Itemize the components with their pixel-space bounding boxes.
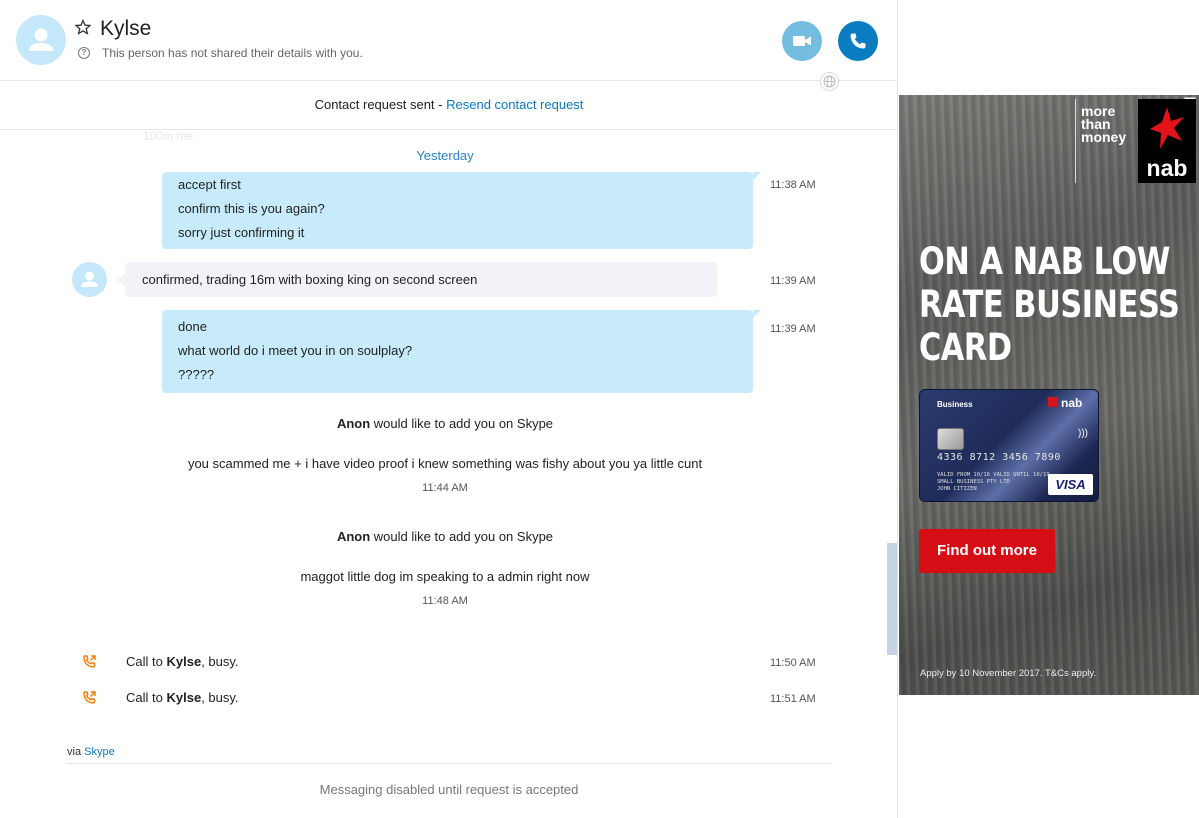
contactless-icon: ))): [1078, 428, 1088, 439]
call-status: , busy.: [201, 654, 239, 669]
contact-request-bar: Contact request sent - Resend contact re…: [0, 82, 897, 130]
request-message: you scammed me + i have video proof i kn…: [187, 456, 703, 471]
card-number: 4336 8712 3456 7890: [937, 452, 1061, 463]
request-action-text: would like to add you on Skype: [373, 529, 554, 544]
message-timestamp: 11:38 AM: [770, 179, 816, 191]
call-event: Call to Kylse, busy.: [80, 652, 840, 672]
sender-avatar[interactable]: [72, 262, 107, 297]
info-icon: ?: [78, 47, 90, 59]
call-event: Call to Kylse, busy.: [80, 688, 840, 708]
conversation-header: Kylse ? This person has not shared their…: [0, 0, 897, 91]
outgoing-call-icon: [83, 691, 96, 704]
resend-request-link[interactable]: Resend contact request: [446, 97, 583, 112]
contact-subtitle: This person has not shared their details…: [102, 46, 363, 60]
date-separator: Yesterday: [416, 148, 474, 163]
message-timestamp: 11:48 AM: [422, 595, 468, 607]
contact-request-notice: Anon would like to add you on Skype: [0, 529, 890, 544]
via-skype-label: via Skype: [67, 746, 115, 758]
nab-logo: nab: [1138, 99, 1196, 183]
message-line: sorry just confirming it: [178, 225, 305, 240]
nab-star-icon: [1150, 107, 1184, 149]
visa-logo: VISA: [1048, 474, 1093, 495]
avatar-icon: [29, 28, 53, 51]
card-chip-icon: [937, 428, 964, 450]
contact-name[interactable]: Kylse: [100, 17, 151, 41]
requester-name: Anon: [336, 529, 371, 544]
requester-name: Anon: [336, 416, 371, 431]
request-message: maggot little dog im speaking to a admin…: [300, 569, 590, 584]
ad-fine-print: Apply by 10 November 2017. T&Cs apply.: [920, 668, 1097, 679]
faded-message-text: 100m me: [143, 129, 194, 143]
call-contact-name: Kylse: [166, 654, 202, 669]
request-action-text: would like to add you on Skype: [373, 416, 554, 431]
message-timestamp: 11:39 AM: [770, 323, 816, 335]
message-timestamp: 11:44 AM: [422, 482, 468, 494]
message-line: what world do i meet you in on soulplay?: [178, 343, 413, 358]
call-prefix: Call to: [126, 690, 163, 705]
credit-card-image: Business nab ))) 4336 8712 3456 7890 VAL…: [919, 389, 1099, 502]
message-line: done: [178, 319, 207, 334]
call-status: , busy.: [201, 690, 239, 705]
card-brand: nab: [1061, 396, 1083, 410]
message-line: ?????: [178, 367, 215, 382]
outgoing-message-bubble[interactable]: accept first confirm this is you again? …: [162, 172, 761, 249]
avatar-icon: [81, 271, 98, 287]
contact-request-notice: Anon would like to add you on Skype: [0, 416, 890, 431]
ad-tagline: more than money: [1081, 103, 1127, 145]
divider: [66, 763, 832, 764]
card-details: VALID FROM 10/16 VALID UNTIL 10/19 SMALL…: [937, 472, 1050, 492]
nab-star-icon: [1048, 397, 1058, 407]
scrollbar-thumb[interactable]: [887, 543, 897, 655]
message-timestamp: 11:39 AM: [770, 275, 816, 287]
message-timestamp: 11:50 AM: [770, 657, 816, 669]
video-call-icon: [793, 36, 811, 46]
messaging-disabled-notice: Messaging disabled until request is acce…: [319, 782, 579, 797]
ad-headline: ON A NAB LOW RATE BUSINESS CARD: [919, 240, 1180, 369]
call-prefix: Call to: [126, 654, 163, 669]
call-contact-name: Kylse: [166, 690, 202, 705]
request-status-text: Contact request sent -: [314, 97, 443, 112]
find-out-more-button[interactable]: Find out more: [919, 529, 1055, 573]
star-icon[interactable]: [75, 19, 91, 35]
divider: [1075, 99, 1076, 183]
contact-avatar[interactable]: [16, 15, 66, 65]
skype-link[interactable]: Skype: [84, 746, 115, 758]
incoming-message-bubble[interactable]: confirmed, trading 16m with boxing king …: [117, 262, 717, 297]
card-label: Business: [937, 400, 973, 409]
message-line: confirm this is you again?: [178, 201, 325, 216]
phone-icon: [850, 33, 866, 49]
nab-advertisement[interactable]: i▷ more than money nab ON A NAB LOW RATE…: [899, 95, 1199, 695]
message-line: accept first: [178, 177, 241, 192]
video-call-button[interactable]: [782, 21, 822, 61]
message-timestamp: 11:51 AM: [770, 693, 816, 705]
outgoing-call-icon: [83, 655, 96, 668]
outgoing-message-bubble[interactable]: done what world do i meet you in on soul…: [162, 310, 761, 393]
audio-call-button[interactable]: [838, 21, 878, 61]
chat-panel: Kylse ? This person has not shared their…: [0, 0, 898, 818]
